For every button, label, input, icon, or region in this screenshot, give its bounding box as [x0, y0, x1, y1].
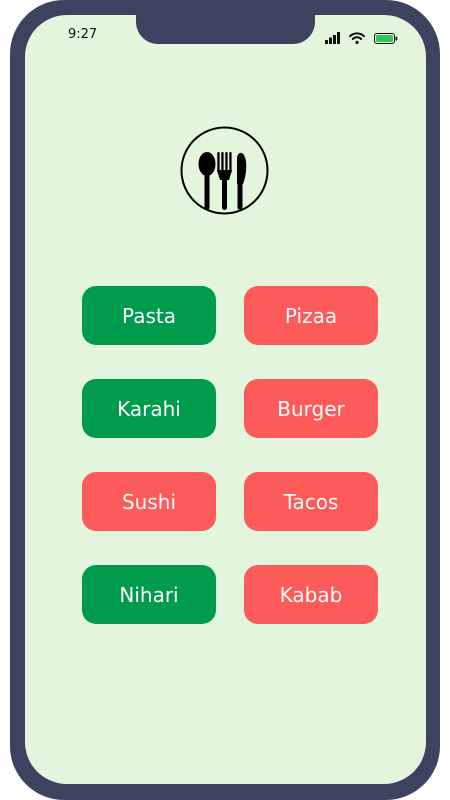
food-button-pizaa[interactable]: Pizaa [244, 286, 378, 345]
wifi-icon [349, 29, 365, 48]
cutlery-icon [180, 126, 269, 215]
status-icons [325, 29, 398, 48]
cellular-signal-icon [325, 29, 340, 48]
food-button-tacos[interactable]: Tacos [244, 472, 378, 531]
cutlery-logo [180, 126, 269, 215]
food-button-sushi[interactable]: Sushi [82, 472, 216, 531]
food-button-nihari[interactable]: Nihari [82, 565, 216, 624]
food-button-pasta[interactable]: Pasta [82, 286, 216, 345]
phone-notch [136, 15, 315, 44]
battery-icon [374, 29, 398, 48]
food-button-kabab[interactable]: Kabab [244, 565, 378, 624]
food-button-burger[interactable]: Burger [244, 379, 378, 438]
food-button-karahi[interactable]: Karahi [82, 379, 216, 438]
status-time: 9:27 [68, 27, 98, 42]
